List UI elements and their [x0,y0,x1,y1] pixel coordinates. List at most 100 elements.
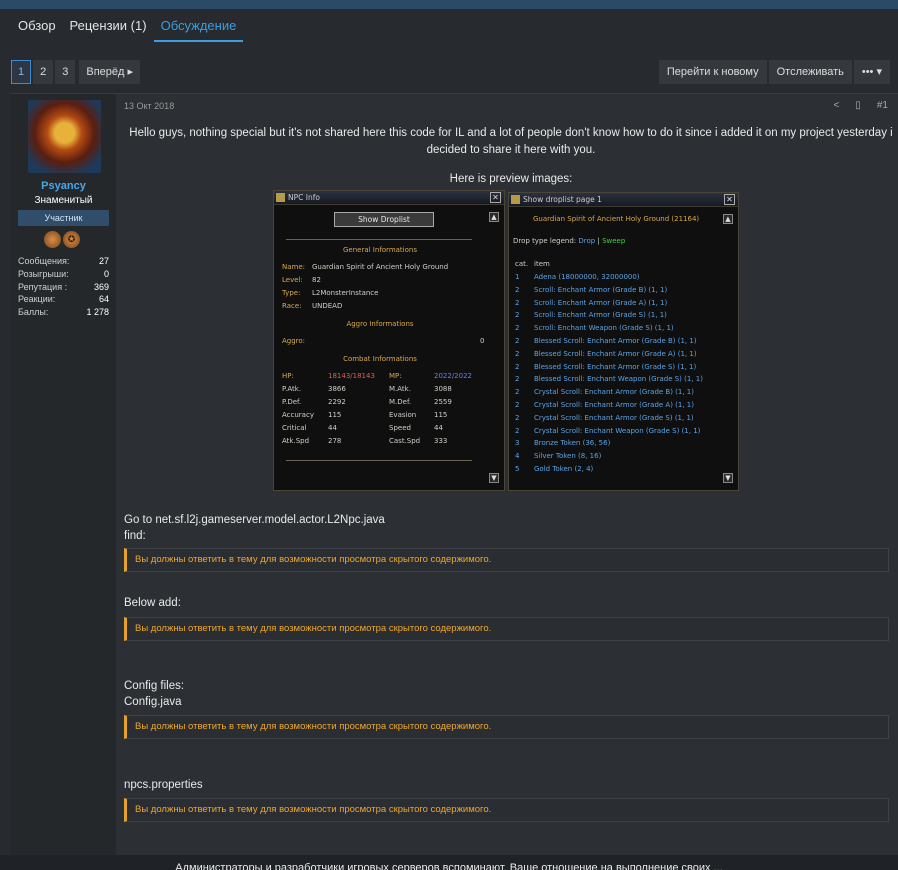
drop-row: 2 Crystal Scroll: Enchant Armor (Grade A)… [515,401,694,409]
below-add-label: Below add: [124,597,181,609]
page-3-button[interactable]: 3 [55,60,76,84]
stat-value: 44 [434,424,443,432]
username[interactable]: Psyancy [11,180,116,192]
npc-info-screenshot: NPC Info ✕ Show Droplist ▲ General Infor… [273,190,505,491]
medal-icon[interactable] [44,231,61,248]
stat-label: Реакции: [18,294,56,305]
hidden-content-notice: Вы должны ответить в тему для возможност… [124,798,889,822]
share-icon[interactable]: < [834,100,840,111]
mp-label: MP: [389,372,402,380]
user-title: Знаменитый [34,195,93,206]
drop-cat: 2 [515,311,520,320]
page-2-button[interactable]: 2 [33,60,54,84]
stat-row: Баллы: 1 278 [18,307,109,320]
drop-cat: 4 [515,452,520,461]
stat-label: Репутация : [18,281,68,292]
stat-value: 115 [434,411,448,419]
avatar[interactable] [28,100,101,173]
drop-row: 2 Scroll: Enchant Armor (Grade B) (1, 1) [515,286,667,294]
npcs-properties-label: npcs.properties [124,779,203,791]
drop-item: Scroll: Enchant Armor (Grade B) (1, 1) [534,285,668,294]
thread-actions: Перейти к новому Отслеживать ••• ▾ [658,60,890,84]
config-java-label: Config.java [124,696,182,708]
show-droplist-button: Show Droplist [334,212,434,227]
drop-cat: 2 [515,375,520,384]
drop-row: 2 Blessed Scroll: Enchant Armor (Grade S)… [515,363,696,371]
stat-label: Speed [389,424,411,432]
stat-value: 27 [98,256,109,266]
drop-row: 2 Scroll: Enchant Armor (Grade S) (1, 1) [515,311,667,319]
next-page-button[interactable]: Вперёд ▸ [79,60,141,84]
legend-sweep: Sweep [602,237,626,245]
drop-cat: 2 [515,324,520,333]
stat-label: Evasion [389,411,417,419]
site-footer-notice: Администраторы и разработчики игровых се… [0,855,898,870]
post-number[interactable]: #1 [877,100,888,111]
drop-item: Blessed Scroll: Enchant Armor (Grade S) … [534,362,697,371]
hidden-content-notice: Вы должны ответить в тему для возможност… [124,548,889,572]
page-1-button[interactable]: 1 [11,60,32,84]
stat-row: Реакции: 64 [18,294,109,307]
tab-reviews[interactable]: Рецензии (1) [63,12,154,42]
stat-label: Cast.Spd [389,437,421,445]
info-value: UNDEAD [312,302,343,310]
drop-item: Silver Token (8, 16) [534,452,602,461]
drop-legend: Drop type legend: Drop | Sweep [513,237,625,245]
info-label: Race: [282,302,302,310]
tab-bar: Обзор Рецензии (1) Обсуждение [11,12,244,42]
stat-row: Репутация : 369 [18,282,109,295]
watch-button[interactable]: Отслеживать [768,60,852,84]
info-label: Name: [282,263,306,271]
drop-cat: 2 [515,388,520,397]
col-item-header: item [534,260,550,268]
stat-label: Розыгрыши: [18,268,69,279]
drop-cat: 2 [515,298,520,307]
scroll-down-icon: ▼ [723,473,733,483]
hidden-content-notice: Вы должны ответить в тему для возможност… [124,715,889,739]
drop-row: 2 Scroll: Enchant Armor (Grade A) (1, 1) [515,299,667,307]
user-role-badge: Участник [18,210,109,226]
drop-item: Blessed Scroll: Enchant Weapon (Grade S)… [534,375,703,384]
drop-row: 5 Gold Token (2, 4) [515,465,593,473]
drop-cat: 2 [515,337,520,345]
stat-label: Баллы: [18,307,49,318]
preview-label: Here is preview images: [449,173,573,185]
post-date[interactable]: 13 Окт 2018 [124,101,174,111]
tab-overview[interactable]: Обзор [11,12,63,42]
top-accent-bar [0,0,898,9]
divider [286,239,472,240]
legend-drop: Drop [578,237,596,245]
medal-icon[interactable]: ✪ [63,231,80,248]
scroll-up-icon: ▲ [489,212,499,222]
info-label: Type: [282,289,301,297]
tab-discussion[interactable]: Обсуждение [153,12,244,42]
drop-item: Scroll: Enchant Weapon (Grade S) (1, 1) [534,324,674,333]
stat-row: Розыгрыши: 0 [18,269,109,282]
stat-label: Сообщения: [18,256,70,266]
drop-cat: 2 [515,362,520,371]
combat-title: Combat Informations [343,355,417,363]
drop-row: 2 Crystal Scroll: Enchant Armor (Grade B)… [515,388,694,396]
hidden-content-notice: Вы должны ответить в тему для возможност… [124,617,889,641]
goto-new-button[interactable]: Перейти к новому [658,60,767,84]
window-title: NPC Info [288,193,320,202]
bookmark-icon[interactable]: ▯ [855,100,861,111]
drop-row: 2 Blessed Scroll: Enchant Weapon (Grade S… [515,375,703,383]
drop-cat: 2 [515,401,520,409]
drop-item: Bronze Token (36, 56) [534,439,611,448]
stat-label: M.Def. [389,398,412,406]
droplist-screenshot: Show droplist page 1 ✕ Guardian Spirit o… [508,192,739,491]
stat-value: 1 278 [86,307,109,318]
info-value: 82 [312,276,321,284]
close-icon: ✕ [724,194,735,205]
stat-label: P.Def. [282,398,302,406]
stat-value: 333 [434,437,448,445]
more-menu-button[interactable]: ••• ▾ [853,60,890,84]
drop-cat: 2 [515,426,520,435]
info-label: Level: [282,276,303,284]
drop-cat: 5 [515,465,520,473]
divider [286,460,472,461]
col-cat-header: cat. [515,260,529,268]
hp-value: 18143/18143 [328,372,375,380]
drop-cat: 2 [515,349,520,358]
